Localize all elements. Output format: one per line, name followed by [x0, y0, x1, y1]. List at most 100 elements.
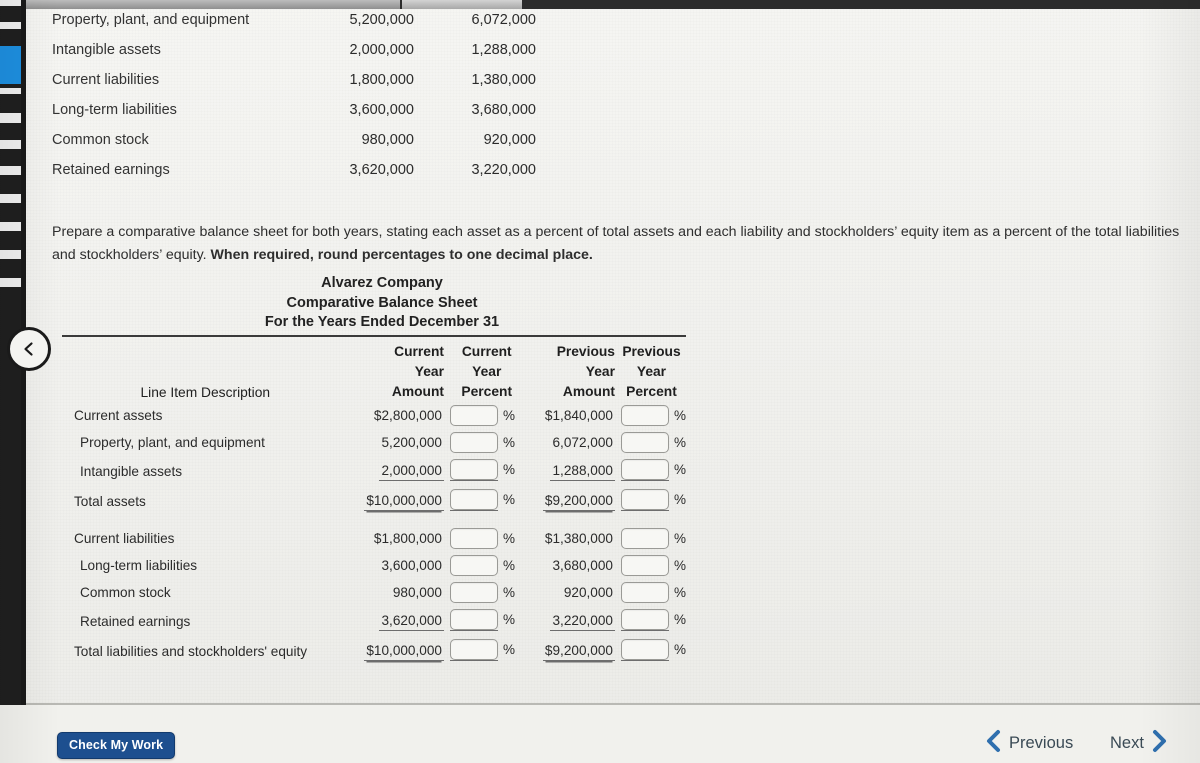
percent-entry-group: % — [446, 489, 528, 510]
percent-sign: % — [502, 408, 515, 423]
row-previous-year-amount: 1,288,000 — [528, 456, 617, 486]
percent-sign: % — [673, 642, 686, 657]
previous-year-percent-input[interactable] — [620, 405, 669, 426]
previous-year-percent-input[interactable] — [620, 528, 669, 549]
tab-band-active[interactable] — [0, 46, 21, 84]
row-previous-year-percent: % — [617, 606, 686, 636]
current-year-percent-input[interactable] — [449, 609, 498, 630]
previous-year-percent-input[interactable] — [620, 489, 669, 510]
amount-value: 1,288,000 — [550, 462, 615, 481]
tab-band — [0, 22, 21, 29]
amount-value: 6,072,000 — [552, 434, 613, 450]
percent-rule — [446, 480, 528, 483]
percent-sign: % — [502, 435, 515, 450]
row-previous-year-amount: $9,200,000 — [528, 486, 617, 516]
percent-entry-group: % — [617, 555, 686, 576]
row-label: Property, plant, and equipment — [52, 12, 250, 28]
row-label: Long-term liabilities — [52, 102, 177, 118]
row-previous-year-percent: % — [617, 552, 686, 579]
previous-label: Previous — [1009, 734, 1074, 752]
row-previous-year-percent: % — [617, 636, 686, 666]
tab-band — [0, 278, 21, 287]
percent-entry-group: % — [617, 582, 686, 603]
percent-entry-group: % — [617, 405, 686, 426]
row-previous-year-amount: 3,220,000 — [528, 606, 617, 636]
header-line: Year — [636, 364, 667, 379]
row-current-year-percent: % — [446, 606, 528, 636]
current-year-percent-input[interactable] — [449, 432, 498, 453]
current-year-percent-input[interactable] — [449, 459, 498, 480]
percent-entry-group: % — [617, 489, 686, 510]
table-row: Long-term liabilities 3,600,000% 3,680,000… — [62, 552, 686, 579]
previous-year-percent-input[interactable] — [620, 459, 669, 480]
amount-value: 3,680,000 — [552, 557, 613, 573]
footer-bar: Check My Work Previous Next — [0, 705, 1200, 763]
percent-sign: % — [502, 612, 515, 627]
row-current-year-amount: $2,800,000 — [349, 402, 446, 429]
previous-year-percent-input[interactable] — [620, 639, 669, 660]
percent-sign: % — [502, 585, 515, 600]
row-previous-year-percent: % — [617, 525, 686, 552]
table-row: Intangible assets 2,000,000 1,288,000 — [52, 42, 552, 72]
previous-year-percent-input[interactable] — [620, 582, 669, 603]
percent-sign: % — [502, 642, 515, 657]
row-current-year-amount: $1,800,000 — [349, 525, 446, 552]
header-previous-year-amount: Previous Year Amount — [528, 342, 617, 402]
previous-button[interactable]: Previous — [985, 729, 1073, 758]
chevron-right-icon — [1151, 729, 1168, 758]
amount-value: $10,000,000 — [364, 492, 444, 511]
percent-sign: % — [673, 408, 686, 423]
row-current-year-amount: $10,000,000 — [349, 486, 446, 516]
previous-year-percent-input[interactable] — [620, 555, 669, 576]
check-my-work-button[interactable]: Check My Work — [57, 732, 176, 759]
amount-value: $9,200,000 — [542, 492, 615, 511]
amount-value: 2,000,000 — [379, 462, 444, 481]
amount-value: $1,800,000 — [373, 530, 442, 546]
row-previous-year-percent: % — [617, 402, 686, 429]
percent-sign: % — [502, 462, 515, 477]
table-row: Current liabilities 1,800,000 1,380,000 — [52, 72, 552, 102]
row-label: Retained earnings — [52, 162, 170, 178]
percent-sign: % — [502, 531, 515, 546]
percent-entry-group: % — [617, 459, 686, 480]
row-current-year-amount: 5,200,000 — [349, 429, 446, 456]
table-row: Property, plant, and equipment 5,200,000%… — [62, 429, 686, 456]
percent-rule — [617, 480, 686, 483]
row-previous-amount: 3,220,000 — [471, 162, 536, 178]
row-current-amount: 3,620,000 — [349, 162, 414, 178]
back-button[interactable] — [7, 327, 51, 371]
row-previous-year-amount: $1,840,000 — [528, 402, 617, 429]
percent-entry-group: % — [446, 582, 528, 603]
next-button[interactable]: Next — [1110, 729, 1168, 758]
header-line: Current — [461, 344, 512, 359]
row-label: Common stock — [80, 585, 171, 600]
row-label: Property, plant, and equipment — [80, 435, 265, 450]
current-year-percent-input[interactable] — [449, 528, 498, 549]
row-previous-year-amount: $1,380,000 — [528, 525, 617, 552]
header-line: Percent — [626, 384, 677, 399]
previous-year-percent-input[interactable] — [620, 609, 669, 630]
header-current-year-percent: Current Year Percent — [446, 342, 528, 402]
page-content: Property, plant, and equipment 5,200,000… — [26, 9, 1200, 763]
amount-value: 5,200,000 — [381, 434, 442, 450]
amount-value: 980,000 — [392, 584, 442, 600]
header-line: Percent — [461, 384, 513, 399]
current-year-percent-input[interactable] — [449, 555, 498, 576]
row-current-year-amount: 3,620,000 — [349, 606, 446, 636]
percent-entry-group: % — [446, 459, 528, 480]
tab-band — [0, 166, 21, 175]
header-line: Previous — [622, 344, 681, 359]
row-current-year-percent: % — [446, 429, 528, 456]
row-label: Intangible assets — [52, 42, 161, 58]
current-year-percent-input[interactable] — [449, 639, 498, 660]
header-previous-year-percent: Previous Year Percent — [617, 342, 686, 402]
current-year-percent-input[interactable] — [449, 405, 498, 426]
statement-period: For the Years Ended December 31 — [264, 314, 500, 330]
previous-year-percent-input[interactable] — [620, 432, 669, 453]
row-label: Long-term liabilities — [80, 558, 198, 573]
percent-entry-group: % — [446, 432, 528, 453]
statement-heading: Alvarez Company Comparative Balance Shee… — [52, 274, 712, 333]
current-year-percent-input[interactable] — [449, 582, 498, 603]
row-label: Common stock — [52, 132, 149, 148]
current-year-percent-input[interactable] — [449, 489, 498, 510]
